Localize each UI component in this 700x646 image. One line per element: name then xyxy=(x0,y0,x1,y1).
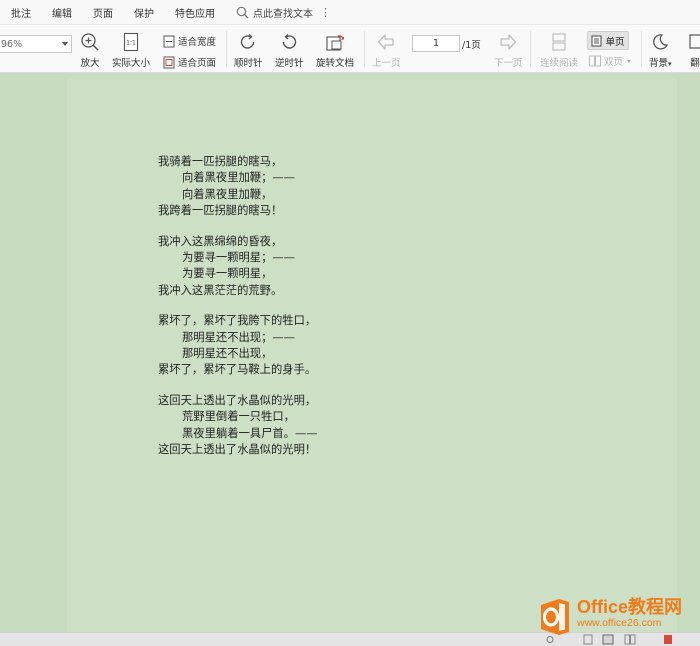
translate-icon xyxy=(689,34,700,49)
poem-line: 这回天上透出了水晶似的光明！ xyxy=(158,442,317,456)
rotate-counterclockwise-button[interactable]: 逆时针 xyxy=(275,32,304,69)
fit-page-icon xyxy=(163,56,175,68)
menu-protect[interactable]: 保护 xyxy=(134,5,154,20)
watermark-url: www.office26.com xyxy=(577,617,662,629)
search-icon xyxy=(236,6,249,18)
find-text-button[interactable]: 点此查找文本 ⋮ xyxy=(236,5,331,20)
arrow-left-icon xyxy=(378,34,394,50)
divider xyxy=(226,31,227,67)
poem-text: 我骑着一匹拐腿的瞎马， 向着黑夜里加鞭；—— 向着黑夜里加鞭， 我跨着一匹拐腿的… xyxy=(158,154,318,458)
poem-line: 为要寻一颗明星， xyxy=(182,267,273,281)
poem-line: 累坏了，累坏了马鞍上的身手。 xyxy=(158,363,317,377)
fit-width-icon xyxy=(163,35,175,47)
document-viewport[interactable]: 我骑着一匹拐腿的瞎马， 向着黑夜里加鞭；—— 向着黑夜里加鞭， 我跨着一匹拐腿的… xyxy=(0,73,700,632)
stanza-gap xyxy=(158,299,318,314)
rotate-counterclockwise-icon xyxy=(283,33,297,49)
translate-label: 翻 xyxy=(690,58,700,69)
stanza-gap xyxy=(158,219,318,234)
translate-button[interactable]: 翻 xyxy=(688,32,700,69)
divider xyxy=(530,31,531,67)
poem-line: 我冲入这黑绵绵的昏夜， xyxy=(158,234,283,248)
poem-line: 那明星还不出现， xyxy=(182,346,273,360)
actual-size-icon: 1:1 xyxy=(123,32,139,52)
rotate-clockwise-icon xyxy=(241,33,255,49)
moon-icon xyxy=(653,34,669,50)
double-page-icon xyxy=(589,55,601,67)
find-text-label: 点此查找文本 xyxy=(253,8,313,20)
poem-line: 向着黑夜里加鞭；—— xyxy=(182,171,295,185)
background-label: 背景▾ xyxy=(649,58,672,69)
more-icon[interactable]: ⋮ xyxy=(320,6,331,19)
chevron-down-icon xyxy=(62,42,68,46)
page-total: /1页 xyxy=(462,40,481,51)
next-page-button[interactable]: 下一页 xyxy=(494,32,523,69)
zoom-value: 96% xyxy=(1,38,23,50)
poem-line: 我跨着一匹拐腿的瞎马！ xyxy=(158,203,283,217)
prev-page-button[interactable]: 上一页 xyxy=(372,32,401,69)
menu-special-apps[interactable]: 特色应用 xyxy=(175,5,215,20)
background-button[interactable]: 背景▾ xyxy=(649,32,672,69)
menu-annotate[interactable]: 批注 xyxy=(11,5,31,20)
zoom-select[interactable]: 96% xyxy=(0,35,72,53)
arrow-right-icon xyxy=(500,34,517,50)
watermark: Office教程网 www.office26.com xyxy=(537,597,682,637)
poem-line: 荒野里倒着一只牲口， xyxy=(182,410,295,424)
menu-page[interactable]: 页面 xyxy=(93,5,113,20)
continuous-reading-icon xyxy=(552,33,566,51)
poem-line: 为要寻一颗明星；—— xyxy=(182,250,295,264)
poem-line: 我冲入这黑茫茫的荒野。 xyxy=(158,283,283,297)
watermark-text: Office教程网 www.office26.com xyxy=(577,597,682,629)
fit-page-label: 适合页面 xyxy=(178,58,217,69)
rotate-clockwise-label: 顺时针 xyxy=(234,58,263,69)
poem-line: 累坏了，累坏了我胯下的牲口， xyxy=(158,314,317,328)
office-logo-icon xyxy=(541,599,569,635)
double-page-button[interactable]: 双页 xyxy=(589,54,632,68)
zoom-in-button[interactable]: 放大 xyxy=(80,32,100,69)
divider xyxy=(364,31,365,67)
page-number-input[interactable]: 1 xyxy=(412,35,460,52)
actual-size-button[interactable]: 1:1 实际大小 xyxy=(112,32,150,69)
chevron-down-icon xyxy=(627,59,632,63)
continuous-reading-button[interactable]: 连续阅读 xyxy=(540,32,578,69)
rotate-document-label: 旋转文档 xyxy=(316,58,355,69)
watermark-title: Office教程网 xyxy=(577,597,683,617)
fit-page-button[interactable]: 适合页面 xyxy=(163,55,216,69)
fit-width-button[interactable]: 适合宽度 xyxy=(163,34,216,48)
zoom-in-label: 放大 xyxy=(80,58,100,69)
poem-line: 那明星还不出现；—— xyxy=(182,330,295,344)
document-page: 我骑着一匹拐腿的瞎马， 向着黑夜里加鞭；—— 向着黑夜里加鞭， 我跨着一匹拐腿的… xyxy=(67,79,677,632)
double-page-label: 双页 xyxy=(604,57,624,68)
rotate-clockwise-button[interactable]: 顺时针 xyxy=(234,32,263,69)
fit-width-label: 适合宽度 xyxy=(178,37,217,48)
zoom-in-icon xyxy=(81,33,99,51)
poem-line: 这回天上透出了水晶似的光明， xyxy=(158,394,317,408)
prev-page-label: 上一页 xyxy=(372,58,401,69)
divider xyxy=(641,31,642,67)
toolbar: 96% 放大 1:1 实际大小 适合宽度 适合页面 顺时针 逆时针 旋转文档 上… xyxy=(0,25,700,73)
poem-line: 向着黑夜里加鞭， xyxy=(182,187,273,201)
single-page-button[interactable]: 单页 xyxy=(587,31,629,50)
poem-line: 黑夜里躺着一具尸首。—— xyxy=(182,426,318,440)
actual-size-icon-text: 1:1 xyxy=(126,40,136,47)
rotate-document-button[interactable]: 旋转文档 xyxy=(316,32,354,69)
menu-bar: 批注 编辑 页面 保护 特色应用 点此查找文本 ⋮ xyxy=(0,0,700,25)
single-page-icon xyxy=(591,35,602,46)
rotate-counterclockwise-label: 逆时针 xyxy=(275,58,304,69)
stanza-gap xyxy=(158,379,318,394)
rotate-document-icon xyxy=(326,35,345,51)
continuous-reading-label: 连续阅读 xyxy=(540,58,579,69)
next-page-label: 下一页 xyxy=(494,58,523,69)
single-page-label: 单页 xyxy=(605,36,625,48)
menu-edit[interactable]: 编辑 xyxy=(52,5,72,20)
poem-line: 我骑着一匹拐腿的瞎马， xyxy=(158,155,283,168)
actual-size-label: 实际大小 xyxy=(112,58,151,69)
